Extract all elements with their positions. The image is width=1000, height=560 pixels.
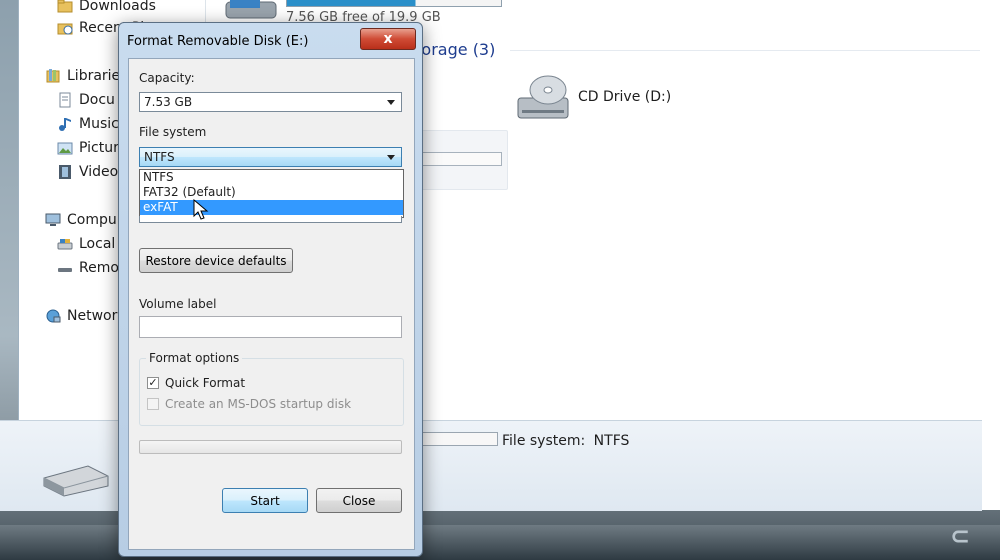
drive-usage-bar [286,0,502,7]
details-file-system: File system: NTFS [502,433,629,449]
usb-drive-icon [43,465,109,497]
nav-label: Docu [79,92,115,108]
removable-drive-usage-bar [422,152,502,166]
computer-icon [45,212,61,228]
hard-drive-icon [225,0,277,19]
nav-item-videos[interactable]: Videos [57,162,126,182]
nav-label: Local [79,236,116,252]
restore-defaults-button[interactable]: Restore device defaults [139,248,293,273]
option-exfat[interactable]: exFAT [140,200,403,215]
fs-value: NTFS [593,433,630,449]
music-note-icon [57,116,73,132]
option-fat32[interactable]: FAT32 (Default) [140,185,403,200]
allocation-unit-select[interactable] [139,216,402,223]
documents-icon [57,92,73,108]
capacity-select[interactable]: 7.53 GB [139,92,402,112]
videos-icon [57,164,73,180]
file-system-dropdown: NTFS FAT32 (Default) exFAT [139,169,404,218]
volume-label-input[interactable] [139,316,402,338]
local-disk-icon [57,236,73,252]
msdos-startup-checkbox[interactable] [147,398,159,410]
nav-item-libraries[interactable]: Libraries [45,66,127,86]
folder-icon [57,0,73,14]
chevron-down-icon [387,100,395,105]
nav-item-pictures[interactable]: Pictur [57,138,119,158]
file-system-select[interactable]: NTFS [139,147,402,167]
nav-item-music[interactable]: Music [57,114,119,134]
start-button[interactable]: Start [222,488,308,513]
file-system-label: File system [139,125,207,139]
removable-disk-icon [57,260,73,276]
close-button[interactable]: Close [316,488,402,513]
nav-item-local-disk[interactable]: Local [57,234,115,254]
pictures-icon [57,140,73,156]
section-divider [510,50,980,51]
nav-label: Compu [67,212,117,228]
details-usage-bar [418,432,498,446]
mouse-cursor-icon [193,199,209,220]
format-progress-bar [139,440,402,454]
option-ntfs[interactable]: NTFS [140,170,403,185]
quick-format-label: Quick Format [165,376,246,390]
network-icon [45,308,61,324]
nav-label: Pictur [79,140,119,156]
fs-label: File system: [502,433,586,449]
nav-item-computer[interactable]: Compu [45,210,117,230]
nav-label: Remo [79,260,119,276]
format-options-group [139,358,404,426]
nav-item-network[interactable]: Network [45,306,125,326]
nav-label: Music [79,116,119,132]
watermark-logo: ⊂ [950,522,971,550]
recent-places-icon [57,20,73,36]
msdos-startup-label: Create an MS-DOS startup disk [165,397,352,411]
libraries-icon [45,68,61,84]
nav-item-removable-disk[interactable]: Remo [57,258,119,278]
capacity-label: Capacity: [139,71,195,85]
quick-format-checkbox[interactable]: ✓ [147,377,159,389]
nav-label: Network [67,308,126,324]
volume-label-caption: Volume label [139,297,217,311]
close-glyph: x [383,31,393,47]
nav-label: Downloads [79,0,156,14]
capacity-value: 7.53 GB [144,95,193,109]
file-system-value: NTFS [144,150,175,164]
dialog-title: Format Removable Disk (E:) [127,34,309,49]
nav-item-downloads[interactable]: Downloads [57,0,156,16]
nav-item-documents[interactable]: Docu [57,90,115,110]
chevron-down-icon [387,155,395,160]
cd-drive-label[interactable]: CD Drive (D:) [578,89,671,105]
close-icon[interactable]: x [360,28,416,50]
format-options-legend: Format options [146,351,243,365]
cd-drive-icon[interactable] [516,72,574,122]
